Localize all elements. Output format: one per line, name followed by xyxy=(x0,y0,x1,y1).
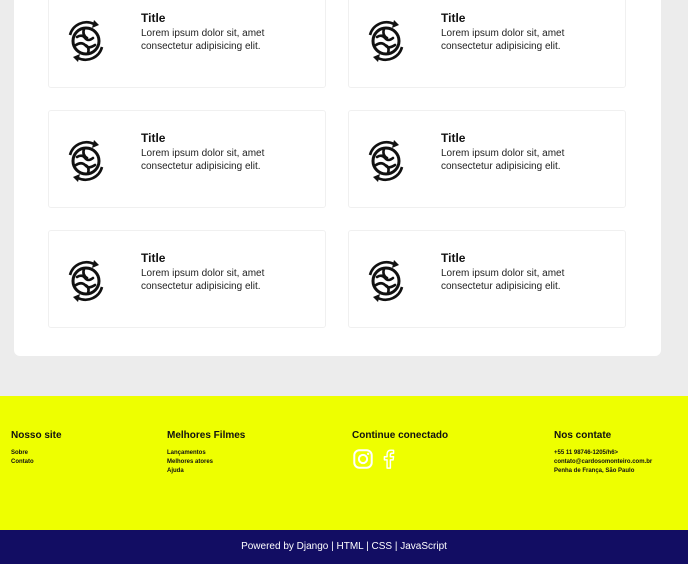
footer-link-releases[interactable]: Lançamentos xyxy=(167,449,245,458)
facebook-icon[interactable] xyxy=(378,448,400,470)
footer-link-help[interactable]: Ajuda xyxy=(167,467,245,476)
contact-email[interactable]: contato@cardosomonteiro.com.br xyxy=(554,458,652,467)
globe-exchange-icon xyxy=(64,259,108,303)
feature-card-title: Title xyxy=(441,11,466,25)
contact-address: Penha de França, São Paulo xyxy=(554,468,635,474)
globe-exchange-icon xyxy=(64,139,108,183)
footer-link-best-actors[interactable]: Melhores atores xyxy=(167,458,245,467)
footer-heading: Continue conectado xyxy=(352,430,449,441)
powered-by-bar: Powered by Django | HTML | CSS | JavaScr… xyxy=(0,530,688,564)
instagram-icon[interactable] xyxy=(352,448,374,470)
footer-column-connected: Continue conectado xyxy=(352,430,448,470)
feature-card: Title Lorem ipsum dolor sit, amet consec… xyxy=(48,0,326,88)
feature-card: Title Lorem ipsum dolor sit, amet consec… xyxy=(348,230,626,328)
feature-card-description: Lorem ipsum dolor sit, amet consectetur … xyxy=(141,28,265,52)
globe-exchange-icon xyxy=(364,259,408,303)
feature-card-description: Lorem ipsum dolor sit, amet consectetur … xyxy=(441,28,565,52)
site-footer: Nosso site Sobre Contato Melhores Filmes… xyxy=(0,396,688,530)
footer-column-contact: Nos contate +55 11 98746-1205/h6> contat… xyxy=(554,430,652,476)
footer-column-movies: Melhores Filmes Lançamentos Melhores ato… xyxy=(167,430,245,476)
footer-link-contact[interactable]: Contato xyxy=(11,458,62,467)
feature-card-title: Title xyxy=(441,131,466,145)
feature-card-description: Lorem ipsum dolor sit, amet consectetur … xyxy=(141,148,265,172)
contact-phone: +55 11 98746-1205/h6> xyxy=(554,450,619,456)
footer-heading: Nos contate xyxy=(554,430,612,441)
feature-card-title: Title xyxy=(441,251,466,265)
features-panel: Title Lorem ipsum dolor sit, amet consec… xyxy=(14,0,661,356)
footer-heading: Melhores Filmes xyxy=(167,430,246,441)
feature-card: Title Lorem ipsum dolor sit, amet consec… xyxy=(48,230,326,328)
feature-card-description: Lorem ipsum dolor sit, amet consectetur … xyxy=(441,268,565,292)
feature-card: Title Lorem ipsum dolor sit, amet consec… xyxy=(348,110,626,208)
globe-exchange-icon xyxy=(364,139,408,183)
feature-card-title: Title xyxy=(141,11,166,25)
footer-column-site: Nosso site Sobre Contato xyxy=(11,430,62,467)
feature-card: Title Lorem ipsum dolor sit, amet consec… xyxy=(348,0,626,88)
footer-link-about[interactable]: Sobre xyxy=(11,449,62,458)
feature-card-description: Lorem ipsum dolor sit, amet consectetur … xyxy=(441,148,565,172)
feature-card-title: Title xyxy=(141,251,166,265)
feature-card-description: Lorem ipsum dolor sit, amet consectetur … xyxy=(141,268,265,292)
globe-exchange-icon xyxy=(364,19,408,63)
globe-exchange-icon xyxy=(64,19,108,63)
footer-heading: Nosso site xyxy=(11,430,62,441)
feature-card-title: Title xyxy=(141,131,166,145)
social-links xyxy=(352,448,448,470)
feature-card: Title Lorem ipsum dolor sit, amet consec… xyxy=(48,110,326,208)
